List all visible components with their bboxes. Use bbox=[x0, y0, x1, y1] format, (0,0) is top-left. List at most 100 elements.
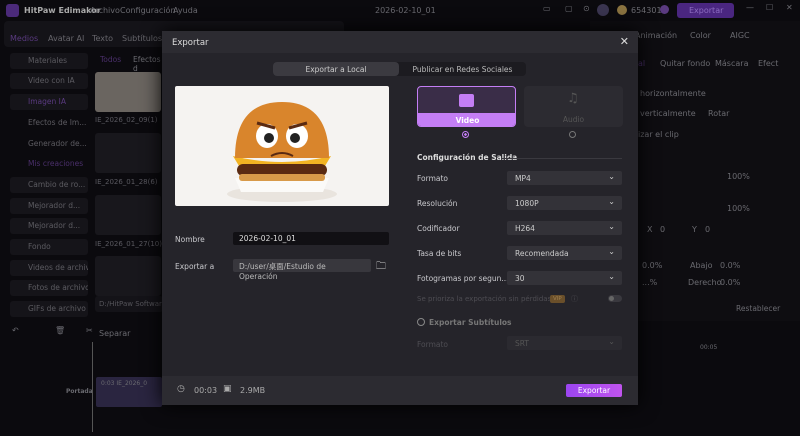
flip-v-button[interactable]: verticalmente bbox=[640, 109, 696, 118]
sidebar-item-fotos-archivo[interactable]: Fotos de archivo bbox=[10, 280, 88, 296]
media-thumb[interactable] bbox=[95, 195, 161, 235]
minimize-icon[interactable]: — bbox=[746, 3, 754, 12]
sidebar-item-videos-archivo[interactable]: Videos de archivo bbox=[10, 260, 88, 276]
sidebar-item-mejorador-1[interactable]: Mejorador d... bbox=[10, 198, 88, 214]
reset-button[interactable]: Restablecer bbox=[736, 304, 780, 313]
bitrate-select[interactable]: Recomendada ⌄ bbox=[507, 246, 622, 260]
tab-texto[interactable]: Texto bbox=[92, 34, 113, 43]
subtab-mascara[interactable]: Máscara bbox=[715, 59, 748, 68]
opacity-value[interactable]: 100% bbox=[727, 204, 750, 213]
split-button[interactable]: Separar bbox=[99, 329, 130, 338]
sidebar-item-fondo[interactable]: Fondo bbox=[10, 239, 88, 255]
export-button[interactable]: Exportar bbox=[566, 384, 622, 397]
tab-animacion[interactable]: Animación bbox=[635, 31, 677, 40]
download-icon[interactable]: ⊙ bbox=[583, 4, 590, 13]
sidebar-sub-generador[interactable]: Generador de... bbox=[10, 136, 88, 152]
crop-right-value[interactable]: 0.0% bbox=[720, 278, 740, 287]
lossless-toggle[interactable] bbox=[608, 295, 622, 302]
media-label: IE_2026_01_28(6) bbox=[95, 178, 158, 186]
audio-label: Audio bbox=[562, 115, 585, 124]
rotate-button[interactable]: Rotar bbox=[708, 109, 729, 118]
media-thumb[interactable] bbox=[95, 133, 161, 173]
tab-export-local[interactable]: Exportar a Local bbox=[273, 62, 399, 76]
coin-count: 654301 bbox=[631, 6, 662, 15]
delete-icon[interactable]: 🗑 bbox=[55, 326, 65, 335]
close-icon[interactable]: ✕ bbox=[620, 35, 629, 48]
music-icon: ♫ bbox=[567, 91, 579, 106]
tab-aigc[interactable]: AIGC bbox=[730, 31, 750, 40]
menu-ayuda[interactable]: Ayuda bbox=[173, 6, 198, 15]
name-label: Nombre bbox=[175, 235, 205, 244]
info-icon[interactable]: ⓘ bbox=[571, 294, 578, 304]
sidebar-item-gifs-archivo[interactable]: GIFs de archivo bbox=[10, 301, 88, 317]
duration: 00:03 bbox=[194, 386, 218, 395]
layout-icon[interactable]: ▭ bbox=[543, 4, 551, 13]
crop-right-label: Derecho bbox=[688, 278, 722, 287]
tab-avatar-ai[interactable]: Avatar AI bbox=[48, 34, 84, 43]
x-label: X bbox=[647, 225, 653, 234]
subtab-quitar-fondo[interactable]: Quitar fondo bbox=[660, 59, 710, 68]
dialog-header: Exportar ✕ bbox=[162, 31, 638, 53]
crop-top-value[interactable]: 0.0% bbox=[642, 261, 662, 270]
chevron-down-icon: ⌄ bbox=[608, 222, 615, 231]
video-radio[interactable] bbox=[462, 131, 469, 138]
crop-left-value[interactable]: ...% bbox=[642, 278, 657, 287]
sidebar-item-imagen-ia[interactable]: Imagen IA bbox=[10, 94, 88, 110]
sidebar-sub-mis-creaciones[interactable]: Mis creaciones bbox=[10, 156, 88, 172]
menu-archivo[interactable]: Archivo bbox=[90, 6, 120, 15]
bitrate-value: Recomendada bbox=[515, 249, 569, 258]
sidebar-item-materiales[interactable]: Materiales bbox=[10, 53, 88, 69]
tab-subtitulos[interactable]: Subtítulos bbox=[122, 34, 162, 43]
media-thumb[interactable] bbox=[95, 72, 161, 112]
media-tab-todos[interactable]: Todos bbox=[100, 55, 121, 64]
avatar[interactable] bbox=[597, 4, 609, 16]
cover-label[interactable]: Portada bbox=[66, 388, 93, 395]
timeline-clip[interactable]: 0:03 IE_2026_0 bbox=[96, 377, 162, 407]
subtab-efectos[interactable]: Efect bbox=[758, 59, 778, 68]
type-audio-card[interactable]: ♫ Audio bbox=[524, 86, 623, 127]
flip-h-button[interactable]: horizontalmente bbox=[640, 89, 706, 98]
format-value: MP4 bbox=[515, 174, 531, 183]
subtitles-checkbox[interactable] bbox=[417, 318, 425, 326]
subtab-basic[interactable]: al bbox=[638, 59, 645, 68]
media-path: D:/HitPaw Softwar bbox=[95, 296, 163, 312]
sidebar-sub-efectos[interactable]: Efectos de Im... bbox=[10, 115, 88, 131]
undo-icon[interactable]: ↶ bbox=[12, 326, 19, 335]
crop-bottom-value[interactable]: 0.0% bbox=[720, 261, 740, 270]
scissors-icon[interactable]: ✂ bbox=[86, 326, 93, 335]
sidebar: Materiales Video con IA Imagen IA Efecto… bbox=[4, 50, 90, 320]
maximize-icon[interactable]: ☐ bbox=[766, 3, 773, 12]
export-path-input[interactable]: D:/user/桌面/Estudio de Operación bbox=[233, 259, 371, 281]
x-value[interactable]: 0 bbox=[660, 225, 665, 234]
audio-radio[interactable] bbox=[569, 131, 576, 138]
top-export-button[interactable]: Exportar bbox=[677, 3, 734, 18]
type-video-card[interactable]: Video bbox=[417, 86, 516, 127]
tab-publish-social[interactable]: Publicar en Redes Sociales bbox=[399, 62, 526, 76]
codec-label: Codificador bbox=[417, 224, 460, 233]
fit-clip-button[interactable]: izar el clip bbox=[638, 130, 679, 139]
resolution-select[interactable]: 1080P ⌄ bbox=[507, 196, 622, 210]
sidebar-item-video-ia[interactable]: Video con IA bbox=[10, 73, 88, 89]
y-label: Y bbox=[692, 225, 697, 234]
fps-select[interactable]: 30 ⌄ bbox=[507, 271, 622, 285]
sidebar-item-cambio[interactable]: Cambio de ro... bbox=[10, 177, 88, 193]
media-thumb[interactable] bbox=[95, 256, 161, 296]
codec-select[interactable]: H264 ⌄ bbox=[507, 221, 622, 235]
media-tab-efectos[interactable]: Efectos d bbox=[133, 55, 163, 73]
video-preview bbox=[175, 86, 389, 206]
menu-configuracion[interactable]: Configuración bbox=[120, 6, 176, 15]
tab-medios[interactable]: Medios bbox=[10, 34, 38, 43]
y-value[interactable]: 0 bbox=[705, 225, 710, 234]
folder-icon[interactable]: 🗀 bbox=[376, 259, 386, 276]
name-input[interactable]: 2026-02-10_01 bbox=[233, 232, 389, 245]
close-app-icon[interactable]: ✕ bbox=[786, 3, 793, 12]
format-select[interactable]: MP4 ⌄ bbox=[507, 171, 622, 185]
playhead[interactable] bbox=[92, 342, 93, 432]
scale-value[interactable]: 100% bbox=[727, 172, 750, 181]
feedback-icon[interactable]: ▢ bbox=[565, 4, 573, 13]
media-label: IE_2026_01_27(10) bbox=[95, 240, 162, 248]
tab-color[interactable]: Color bbox=[690, 31, 711, 40]
sidebar-item-mejorador-2[interactable]: Mejorador d... bbox=[10, 218, 88, 234]
export-to-label: Exportar a bbox=[175, 262, 215, 271]
add-coins-icon[interactable] bbox=[660, 5, 669, 14]
